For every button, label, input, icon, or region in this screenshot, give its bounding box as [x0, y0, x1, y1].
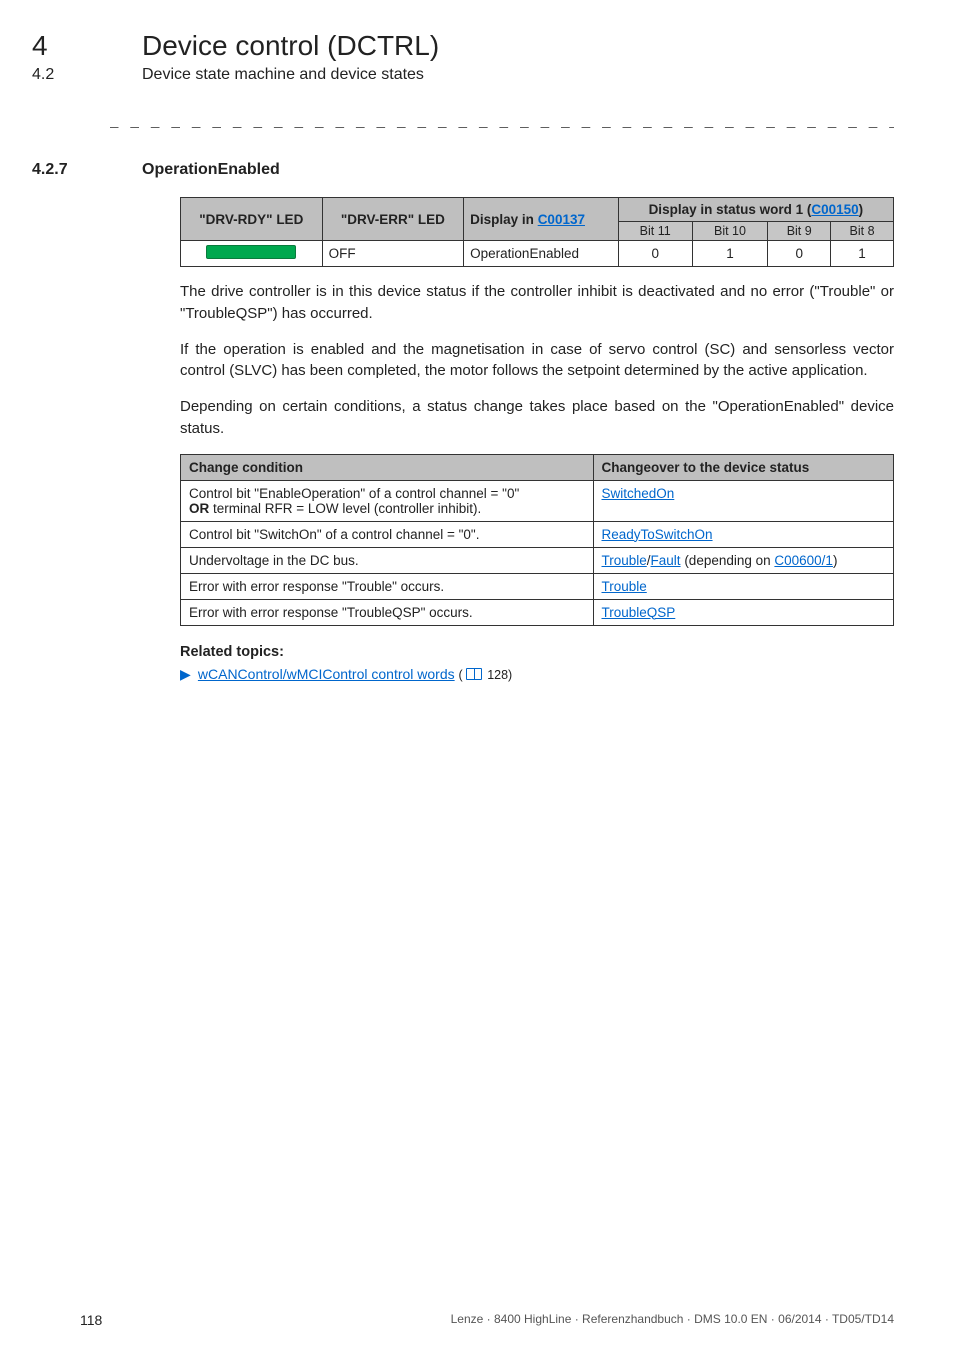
- section-heading: 4.2 Device state machine and device stat…: [110, 66, 894, 84]
- related-page-ref: ( 128): [459, 668, 513, 682]
- table-row: Error with error response "TroubleQSP" o…: [181, 599, 894, 625]
- th-drv-rdy: "DRV-RDY" LED: [181, 198, 323, 241]
- chapter-title: Device control (DCTRL): [142, 30, 439, 62]
- separator-line: _ _ _ _ _ _ _ _ _ _ _ _ _ _ _ _ _ _ _ _ …: [110, 112, 894, 129]
- status-link[interactable]: Trouble: [602, 579, 647, 594]
- drv-rdy-led-indicator: [206, 245, 296, 259]
- changeover-status-cell: TroubleQSP: [593, 599, 894, 625]
- section-number: 4.2: [0, 66, 142, 84]
- th-bit8: Bit 8: [831, 222, 894, 241]
- body-paragraph-2: If the operation is enabled and the magn…: [180, 339, 894, 383]
- status-link[interactable]: Trouble: [602, 553, 647, 568]
- body-paragraph-3: Depending on certain conditions, a statu…: [180, 396, 894, 440]
- change-condition-cell: Error with error response "TroubleQSP" o…: [181, 599, 594, 625]
- changeover-status-cell: Trouble/Fault (depending on C00600/1): [593, 547, 894, 573]
- related-page-number: 128: [487, 668, 508, 682]
- changeover-status-cell: ReadyToSwitchOn: [593, 521, 894, 547]
- bit10-value: 1: [692, 241, 768, 267]
- display-value: OperationEnabled: [464, 241, 619, 267]
- triangle-bullet-icon: ▶: [180, 666, 194, 683]
- body-paragraph-1: The drive controller is in this device s…: [180, 281, 894, 325]
- table-row: Control bit "EnableOperation" of a contr…: [181, 480, 894, 521]
- th-drv-err: "DRV-ERR" LED: [322, 198, 464, 241]
- drv-err-value: OFF: [322, 241, 464, 267]
- led-status-row: OFF OperationEnabled 0 1 0 1: [181, 241, 894, 267]
- display-in-prefix: Display in: [470, 212, 538, 227]
- footer-info: Lenze · 8400 HighLine · Referenzhandbuch…: [451, 1312, 894, 1328]
- table-row: Undervoltage in the DC bus.Trouble/Fault…: [181, 547, 894, 573]
- status-link[interactable]: Fault: [651, 553, 681, 568]
- page-number: 118: [80, 1312, 102, 1328]
- change-condition-cell: Control bit "SwitchOn" of a control chan…: [181, 521, 594, 547]
- related-topic-item: ▶ wCANControl/wMCIControl control words …: [180, 666, 894, 683]
- th-bit10: Bit 10: [692, 222, 768, 241]
- subsection-heading: 4.2.7 OperationEnabled: [110, 161, 894, 179]
- th-changeover-status: Changeover to the device status: [593, 454, 894, 480]
- bit11-value: 0: [618, 241, 692, 267]
- drv-rdy-led-cell: [181, 241, 323, 267]
- related-topics-heading: Related topics:: [180, 644, 894, 660]
- changeover-status-cell: SwitchedOn: [593, 480, 894, 521]
- th-display-in: Display in C00137: [464, 198, 619, 241]
- link-related-topic[interactable]: wCANControl/wMCIControl control words: [198, 666, 455, 682]
- th-change-condition: Change condition: [181, 454, 594, 480]
- status-link[interactable]: SwitchedOn: [602, 486, 675, 501]
- subsection-title: OperationEnabled: [142, 161, 280, 179]
- page-footer: 118 Lenze · 8400 HighLine · Referenzhand…: [80, 1312, 894, 1328]
- link-c00137[interactable]: C00137: [538, 212, 585, 227]
- link-c00150[interactable]: C00150: [811, 202, 858, 217]
- bit9-value: 0: [768, 241, 831, 267]
- status-word-prefix: Display in status word 1 (: [649, 202, 812, 217]
- th-status-word: Display in status word 1 (C00150): [618, 198, 893, 222]
- change-condition-cell: Undervoltage in the DC bus.: [181, 547, 594, 573]
- table-row: Control bit "SwitchOn" of a control chan…: [181, 521, 894, 547]
- bit8-value: 1: [831, 241, 894, 267]
- chapter-heading: 4 Device control (DCTRL): [110, 30, 894, 62]
- section-title: Device state machine and device states: [142, 66, 424, 84]
- change-condition-table: Change condition Changeover to the devic…: [180, 454, 894, 626]
- book-icon: [466, 668, 482, 680]
- chapter-number: 4: [0, 30, 142, 62]
- status-link[interactable]: TroubleQSP: [602, 605, 676, 620]
- status-link[interactable]: C00600/1: [774, 553, 833, 568]
- change-condition-cell: Error with error response "Trouble" occu…: [181, 573, 594, 599]
- table-row: Error with error response "Trouble" occu…: [181, 573, 894, 599]
- th-bit9: Bit 9: [768, 222, 831, 241]
- status-link[interactable]: ReadyToSwitchOn: [602, 527, 713, 542]
- led-status-table: "DRV-RDY" LED "DRV-ERR" LED Display in C…: [180, 197, 894, 267]
- status-word-suffix: ): [859, 202, 864, 217]
- subsection-number: 4.2.7: [0, 161, 142, 179]
- changeover-status-cell: Trouble: [593, 573, 894, 599]
- change-condition-cell: Control bit "EnableOperation" of a contr…: [181, 480, 594, 521]
- th-bit11: Bit 11: [618, 222, 692, 241]
